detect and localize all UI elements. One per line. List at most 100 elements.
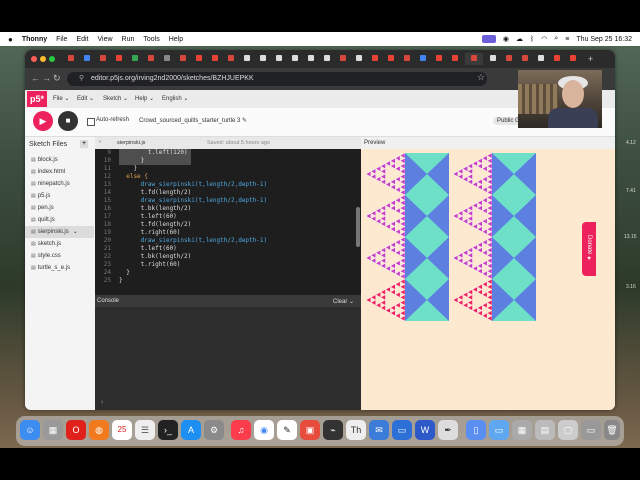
url-field[interactable]: ⚲ editor.p5js.org/irving2nd2000/sketches…	[67, 72, 487, 86]
preview-canvas[interactable]	[361, 149, 615, 410]
browser-tab[interactable]	[225, 53, 236, 65]
chevron-down-icon[interactable]: ⌄	[73, 229, 78, 235]
browser-tab[interactable]	[353, 53, 364, 65]
stop-button[interactable]: ■	[58, 111, 78, 131]
thonny-icon[interactable]: Th	[346, 420, 366, 440]
notes-icon[interactable]: ✎	[277, 420, 297, 440]
screen-recording-icon[interactable]	[481, 35, 496, 43]
photo-booth-icon[interactable]: ▣	[300, 420, 320, 440]
browser-tab[interactable]	[129, 53, 140, 65]
browser-tab[interactable]	[337, 53, 348, 65]
music-icon[interactable]: ♫	[231, 420, 251, 440]
menu-view[interactable]: View	[97, 36, 112, 43]
browser-tab[interactable]	[385, 53, 396, 65]
browser-tab[interactable]	[177, 53, 188, 65]
word-icon[interactable]: W	[415, 420, 435, 440]
browser-tab[interactable]	[289, 53, 300, 65]
browser-tab[interactable]	[503, 53, 514, 65]
browser-tab[interactable]	[145, 53, 156, 65]
browser-tab[interactable]	[97, 53, 108, 65]
code-editor[interactable]: ‹ sierpinski.js Saved: about 5 hours ago…	[95, 137, 361, 295]
file-item[interactable]: ▤ style.css	[25, 250, 94, 262]
browser-tab[interactable]	[551, 53, 562, 65]
system-settings-icon[interactable]: ⚙	[204, 420, 224, 440]
editor-scrollbar[interactable]	[356, 207, 360, 247]
folder-icon[interactable]: ▭	[489, 420, 509, 440]
browser-tab[interactable]	[193, 53, 204, 65]
zoom-app-icon[interactable]: ▭	[392, 420, 412, 440]
site-info-icon[interactable]: ⚲	[79, 72, 84, 86]
browser-tab[interactable]	[113, 53, 124, 65]
finder-icon[interactable]: ☺	[20, 420, 40, 440]
file-item[interactable]: ▤ sketch.js	[25, 238, 94, 250]
browser-tab[interactable]	[305, 53, 316, 65]
back-icon[interactable]: ←	[31, 73, 40, 83]
zoom-window-button[interactable]	[49, 56, 55, 62]
menu-file[interactable]: File	[56, 36, 67, 43]
file-item[interactable]: ▤ block.js	[25, 154, 94, 166]
file-item[interactable]: ▤ turtle_s_e.js	[25, 262, 94, 274]
browser-tab[interactable]	[535, 53, 546, 65]
menu-run[interactable]: Run	[122, 36, 135, 43]
screenshot-icon[interactable]: ▢	[558, 420, 578, 440]
browser-tab[interactable]	[241, 53, 252, 65]
bookmark-star-icon[interactable]: ☆	[477, 72, 485, 83]
browser-tab-active[interactable]	[465, 53, 483, 65]
p5-menu-language[interactable]: English ⌄	[162, 95, 188, 102]
bluetooth-icon[interactable]: ᛒ	[530, 36, 534, 43]
p5-menu-help[interactable]: Help ⌄	[135, 95, 154, 102]
p5-menu-sketch[interactable]: Sketch ⌄	[103, 95, 128, 102]
browser-tab[interactable]	[161, 53, 172, 65]
app-store-icon[interactable]: A	[181, 420, 201, 440]
browser-tab[interactable]	[519, 53, 530, 65]
documents-icon[interactable]: ▯	[466, 420, 486, 440]
file-item[interactable]: ▤ quilt.js	[25, 214, 94, 226]
menu-edit[interactable]: Edit	[76, 36, 88, 43]
window-icon[interactable]: ▭	[581, 420, 601, 440]
pen-app-icon[interactable]: ✒	[438, 420, 458, 440]
browser-tab[interactable]	[567, 53, 578, 65]
browser-tab[interactable]	[369, 53, 380, 65]
activity-monitor-icon[interactable]: ⌁	[323, 420, 343, 440]
p5-logo[interactable]: p5*	[27, 91, 47, 107]
console-clear-button[interactable]: Clear ⌄	[333, 298, 354, 305]
browser-tab[interactable]	[257, 53, 268, 65]
forward-icon[interactable]: →	[42, 73, 51, 83]
browser-tab[interactable]	[273, 53, 284, 65]
wifi-icon[interactable]: ◠	[541, 35, 547, 43]
browser-tab[interactable]	[401, 53, 412, 65]
downloads-icon[interactable]: ▦	[512, 420, 532, 440]
close-window-button[interactable]	[31, 56, 37, 62]
donate-button[interactable]: Donate ♥	[582, 222, 596, 276]
cloud-icon[interactable]: ☁	[516, 35, 523, 43]
mail-icon[interactable]: ✉	[369, 420, 389, 440]
play-button[interactable]: ▶	[33, 111, 53, 131]
launchpad-icon[interactable]: ▦	[43, 420, 63, 440]
auto-refresh-checkbox[interactable]	[87, 118, 95, 126]
new-tab-icon[interactable]: +	[585, 53, 596, 65]
code-area[interactable]: t.left(120) } } else { draw_sierpinski(t…	[119, 149, 359, 295]
chrome-icon[interactable]: ◉	[254, 420, 274, 440]
browser-tab[interactable]	[449, 53, 460, 65]
terminal-icon[interactable]: ›_	[158, 420, 178, 440]
browser-tab[interactable]	[65, 53, 76, 65]
browser-tab[interactable]	[417, 53, 428, 65]
collapse-sidebar-icon[interactable]: ‹	[99, 139, 101, 145]
console-prompt[interactable]: ›	[101, 399, 103, 406]
menu-app-name[interactable]: Thonny	[22, 36, 47, 43]
opera-icon[interactable]: O	[66, 420, 86, 440]
menu-help[interactable]: Help	[169, 36, 183, 43]
file-item[interactable]: ▤ p5.js	[25, 190, 94, 202]
p5-menu-file[interactable]: File ⌄	[53, 95, 69, 102]
calendar-icon[interactable]: 25	[112, 420, 132, 440]
github-icon[interactable]: ◉	[503, 35, 509, 43]
file-item-selected[interactable]: ▤ sierpinski.js ⌄	[25, 226, 94, 238]
control-center-icon[interactable]: ≡	[565, 36, 569, 43]
file-item[interactable]: ▤ index.html	[25, 166, 94, 178]
p5-menu-edit[interactable]: Edit ⌄	[77, 95, 94, 102]
sketch-name[interactable]: Crowd_sourced_quilts_starter_turtle 3 ✎	[139, 117, 247, 124]
browser-tab[interactable]	[321, 53, 332, 65]
stack-icon[interactable]: ▤	[535, 420, 555, 440]
reload-icon[interactable]: ↻	[53, 73, 61, 84]
trash-icon[interactable]: 🗑	[604, 420, 620, 440]
